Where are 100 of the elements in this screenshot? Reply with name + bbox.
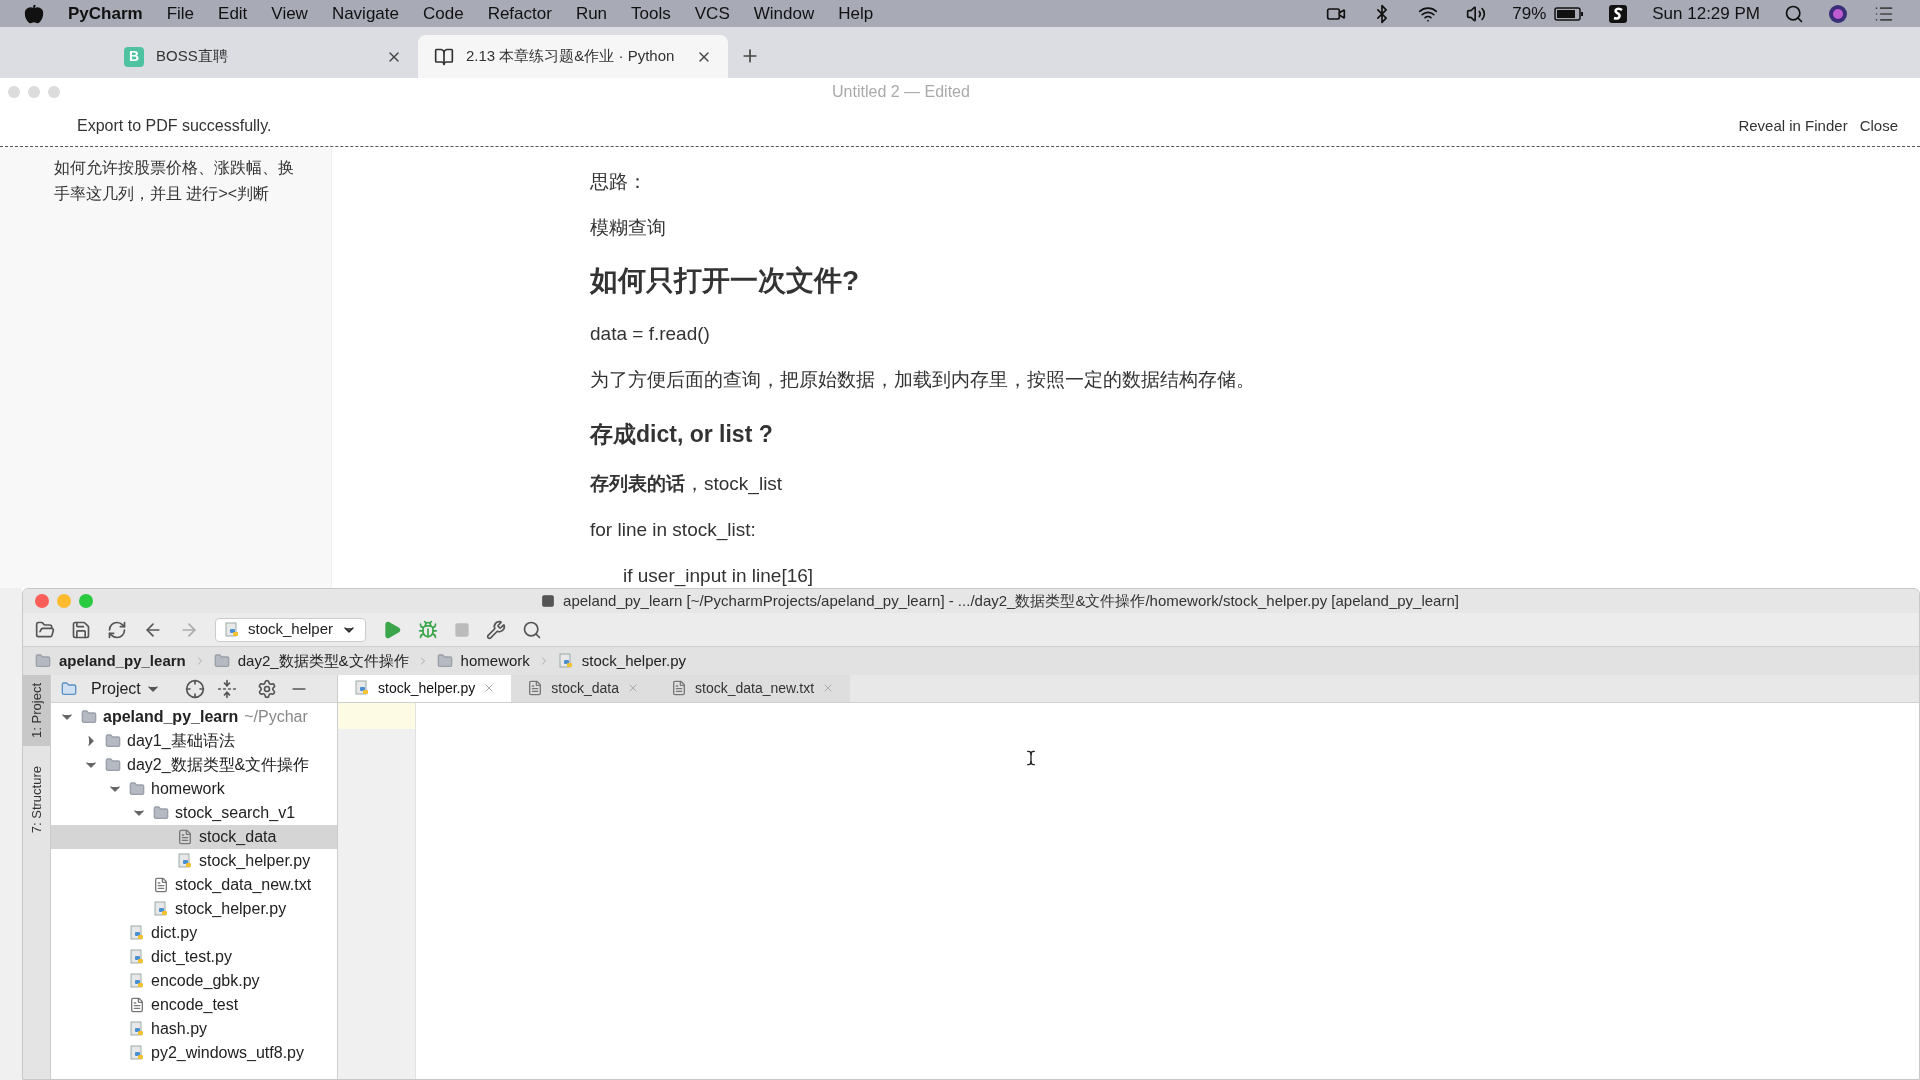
- editor-tab[interactable]: stock_data: [511, 675, 655, 702]
- text-file-icon: [177, 829, 193, 845]
- notification-message: Export to PDF successfully.: [77, 116, 273, 136]
- paragraph: 为了方便后面的查询，把原始数据，加载到内存里，按照一定的数据结构存储。: [590, 368, 1256, 392]
- paragraph: 存列表的话，stock_list: [590, 472, 784, 497]
- window-title: apeland_py_learn [~/PycharmProjects/apeland_py_learn] - .../day2_数据类型&文件操作/homework/stock_helper.py [apeland_py_learn]: [563, 590, 1459, 611]
- notification-link[interactable]: Reveal in Finder: [1738, 114, 1848, 138]
- python-file-icon: [224, 621, 240, 638]
- assistant-icon[interactable]: [1828, 3, 1848, 24]
- folder-icon: [129, 781, 145, 797]
- breadcrumb[interactable]: stock_helper.py: [581, 649, 687, 673]
- heading: 存成dict, or list ?: [590, 420, 774, 449]
- folder-icon: [153, 805, 169, 821]
- text-file-icon: [527, 680, 544, 696]
- settings-icon[interactable]: [256, 678, 277, 699]
- tree-item[interactable]: stock_helper.py: [51, 897, 337, 921]
- editor-tab[interactable]: stock_data_new.txt: [655, 675, 851, 702]
- breadcrumb[interactable]: homework: [460, 649, 530, 673]
- menu-item[interactable]: Edit: [218, 0, 248, 27]
- path-hint: ~/Pychar: [244, 707, 308, 727]
- notification-link[interactable]: Close: [1859, 114, 1898, 138]
- project-icon: [541, 594, 556, 608]
- tree-item[interactable]: py2_windows_utf8.py: [51, 1041, 337, 1065]
- tree-item-label: hash.py: [151, 1019, 208, 1039]
- wrench-icon[interactable]: [486, 619, 507, 640]
- tree-item-label: apeland_py_learn: [103, 707, 239, 727]
- battery-percentage: 79%: [1512, 2, 1547, 25]
- apple-icon[interactable]: [24, 3, 44, 24]
- search-icon[interactable]: [522, 619, 543, 640]
- tree-item[interactable]: stock_data: [51, 825, 337, 849]
- tab-title: 2.13 本章练习题&作业 · Python: [466, 46, 676, 67]
- tree-item[interactable]: encode_gbk.py: [51, 969, 337, 993]
- python-file-icon: [129, 925, 145, 941]
- browser-tab[interactable]: 2.13 本章练习题&作业 · Python: [418, 35, 728, 78]
- tree-item-label: dict_test.py: [151, 947, 232, 967]
- python-file-icon: [177, 853, 193, 869]
- search-icon[interactable]: [1784, 3, 1804, 24]
- text-file-icon: [129, 997, 145, 1013]
- menu-item[interactable]: Refactor: [487, 0, 552, 27]
- menu-item[interactable]: Code: [423, 0, 464, 27]
- site-logo: B: [124, 46, 144, 67]
- tree-item[interactable]: day2_数据类型&文件操作: [51, 753, 337, 777]
- clock[interactable]: Sun 12:29 PM: [1652, 0, 1760, 27]
- tree-item[interactable]: day1_基础语法: [51, 729, 337, 753]
- tree-item[interactable]: homework: [51, 777, 337, 801]
- collapse-all-icon[interactable]: [216, 678, 237, 699]
- menu-item[interactable]: Help: [838, 0, 874, 27]
- heading: 如何只打开一次文件?: [590, 264, 861, 298]
- tree-item[interactable]: stock_data_new.txt: [51, 873, 337, 897]
- breadcrumb[interactable]: day2_数据类型&文件操作: [237, 649, 409, 673]
- tree-item[interactable]: dict.py: [51, 921, 337, 945]
- menu-item[interactable]: Tools: [631, 0, 671, 27]
- debug-icon[interactable]: [418, 619, 439, 640]
- tree-item[interactable]: hash.py: [51, 1017, 337, 1041]
- paragraph: for line in stock_list:: [590, 518, 757, 543]
- paragraph: data = f.read(): [590, 322, 711, 346]
- battery-icon[interactable]: [1554, 6, 1585, 21]
- menu-item[interactable]: View: [271, 0, 308, 27]
- python-file-icon: [129, 973, 145, 989]
- tree-item[interactable]: stock_search_v1: [51, 801, 337, 825]
- sync-icon[interactable]: [107, 619, 127, 640]
- python-file-icon: [153, 901, 169, 917]
- tree-item-label: encode_test: [151, 995, 239, 1015]
- locate-icon[interactable]: [184, 678, 205, 699]
- tree-item[interactable]: apeland_py_learn ~/Pychar: [51, 705, 337, 729]
- menu-item[interactable]: File: [166, 0, 195, 27]
- side-tab[interactable]: 7: Structure: [23, 757, 50, 842]
- tree-item-label: day1_基础语法: [127, 731, 235, 751]
- tree-item[interactable]: dict_test.py: [51, 945, 337, 969]
- open-folder-icon[interactable]: [35, 619, 55, 640]
- folder-icon: [105, 757, 121, 773]
- folder-icon: [213, 653, 230, 669]
- folder-icon: [105, 733, 121, 749]
- menu-item[interactable]: Run: [575, 0, 608, 27]
- tree-item-label: stock_helper.py: [175, 899, 287, 919]
- app-status-icon[interactable]: [1608, 3, 1629, 24]
- python-file-icon: [557, 653, 574, 669]
- tree-item-label: stock_data_new.txt: [175, 875, 312, 895]
- outline-item[interactable]: 如何允许按股票价格、涨跌幅、换手率这几列，并且 进行><判断: [54, 155, 301, 207]
- project-view-icon: [59, 680, 79, 697]
- side-tab[interactable]: 1: Project: [23, 675, 50, 746]
- save-icon[interactable]: [71, 619, 91, 640]
- window-title: Untitled 2 — Edited: [831, 82, 971, 102]
- paragraph: 思路：: [590, 170, 648, 194]
- book-icon: [434, 46, 454, 67]
- menu-item[interactable]: Navigate: [331, 0, 399, 27]
- run-icon[interactable]: [382, 619, 403, 640]
- menu-item[interactable]: Window: [753, 0, 815, 27]
- run-configuration-dropdown[interactable]: stock_helper: [215, 617, 367, 642]
- tree-item[interactable]: stock_helper.py: [51, 849, 337, 873]
- app-menu[interactable]: PyCharm: [68, 0, 143, 27]
- editor-tab[interactable]: stock_helper.py: [338, 675, 512, 702]
- folder-icon: [436, 653, 453, 669]
- tree-item[interactable]: encode_test: [51, 993, 337, 1017]
- text-file-icon: [153, 877, 169, 893]
- tree-item-label: py2_windows_utf8.py: [151, 1043, 304, 1063]
- breadcrumb[interactable]: apeland_py_learn: [59, 649, 186, 673]
- browser-tab[interactable]: B BOSS直聘: [108, 35, 418, 78]
- menu-item[interactable]: VCS: [694, 0, 730, 27]
- panel-title[interactable]: Project: [91, 676, 141, 701]
